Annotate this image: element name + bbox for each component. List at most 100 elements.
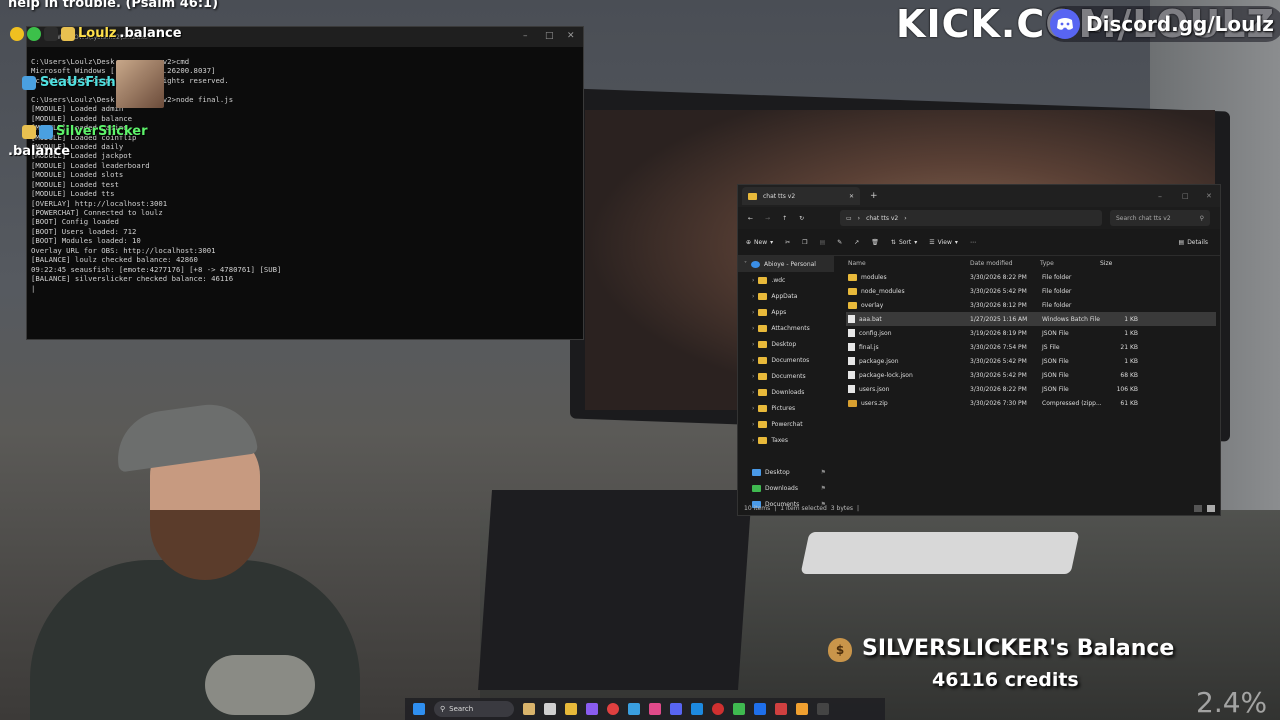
copy-icon[interactable]: ❐ [802,239,807,246]
new-tab-icon[interactable]: + [870,191,878,201]
chevron-right-icon[interactable]: › [752,389,754,396]
chevron-right-icon[interactable]: › [752,277,754,284]
app-icon[interactable] [775,703,787,715]
chevron-down-icon[interactable]: ˅ [744,261,747,268]
close-icon[interactable]: ✕ [567,31,575,41]
address-bar[interactable]: ▭ › chat tts v2 › [840,210,1102,226]
obs-icon[interactable] [712,703,724,715]
pin-icon[interactable]: ⚑ [821,485,826,492]
money-bag-icon: $ [828,638,852,662]
sidebar-item[interactable]: › Attachments [738,320,834,336]
tiles-view-toggle-icon[interactable] [1207,505,1215,512]
xbox-icon[interactable] [733,703,745,715]
rename-icon[interactable]: ✎ [837,239,842,246]
explorer-tabbar[interactable]: chat tts v2 ✕ + – □ ✕ [738,185,1220,207]
file-name-cell: users.zip [846,399,970,407]
minimize-icon[interactable]: – [1158,192,1162,201]
refresh-icon[interactable]: ↻ [799,215,804,222]
task-view-icon[interactable] [544,703,556,715]
file-name: node_modules [861,287,905,295]
file-row[interactable]: users.json 3/30/2026 8:22 PM JSON File 106 … [846,382,1216,396]
mod-badge-icon [44,26,58,41]
vscode-icon[interactable] [691,703,703,715]
forward-arrow-icon[interactable]: → [765,215,770,222]
sidebar-item[interactable]: ˅ Abioye - Personal [738,256,834,272]
sidebar-item[interactable]: › Apps [738,304,834,320]
app-icon[interactable] [796,703,808,715]
file-row[interactable]: modules 3/30/2026 8:22 PM File folder [846,270,1216,284]
app-icon[interactable] [586,703,598,715]
chevron-right-icon[interactable]: › [752,421,754,428]
column-header-name[interactable]: Name [846,260,970,267]
file-row[interactable]: overlay 3/30/2026 8:12 PM File folder [846,298,1216,312]
sidebar-item[interactable]: › Powerchat [738,416,834,432]
edge-icon[interactable] [628,703,640,715]
app-icon[interactable] [649,703,661,715]
chevron-right-icon[interactable]: › [752,405,754,412]
chevron-right-icon[interactable]: › [752,341,754,348]
file-row[interactable]: users.zip 3/30/2026 7:30 PM Compressed (zi… [846,396,1216,410]
search-input[interactable]: Search chat tts v2 ⚲ [1110,210,1210,226]
quick-access-item[interactable]: Desktop ⚑ [738,464,834,480]
details-button[interactable]: ▤ Details [1179,239,1208,246]
more-options-icon[interactable]: ⋯ [970,239,976,246]
close-tab-icon[interactable]: ✕ [849,193,854,200]
column-header-size[interactable]: Size [1100,260,1136,267]
widget-icon[interactable] [523,703,535,715]
chevron-right-icon[interactable]: › [752,373,754,380]
chevron-right-icon[interactable]: › [752,437,754,444]
sidebar-item[interactable]: › AppData [738,288,834,304]
pin-icon[interactable]: ⚑ [821,469,826,476]
file-row[interactable]: final.js 3/30/2026 7:54 PM JS File 21 KB [846,340,1216,354]
sidebar-item[interactable]: › .wdc [738,272,834,288]
explorer-toolbar: ⊕ New ▾ ✂ ❐ ▤ ✎ ↗ 🗑 ⇅ Sort ▾ ☰ View ▾ ⋯ ▤ Detai… [738,229,1220,256]
app-icon[interactable] [754,703,766,715]
paste-icon[interactable]: ▤ [820,239,826,246]
details-view-toggle-icon[interactable] [1194,505,1202,512]
chevron-right-icon[interactable]: › [752,309,754,316]
file-explorer-icon[interactable] [565,703,577,715]
sidebar-item[interactable]: › Documents [738,368,834,384]
chevron-right-icon[interactable]: › [752,357,754,364]
file-date: 3/30/2026 7:54 PM [970,343,1027,351]
close-icon[interactable]: ✕ [1206,192,1212,200]
chrome-icon[interactable] [607,703,619,715]
file-explorer-window[interactable]: chat tts v2 ✕ + – □ ✕ ← → ↑ ↻ ▭ › chat t… [737,184,1221,516]
share-icon[interactable]: ↗ [854,239,859,246]
maximize-icon[interactable]: □ [1182,192,1189,200]
up-arrow-icon[interactable]: ↑ [782,215,787,222]
sort-button[interactable]: ⇅ Sort ▾ [891,239,917,246]
quick-access-item[interactable]: Downloads ⚑ [738,480,834,496]
start-icon[interactable] [413,703,425,715]
file-row[interactable]: node_modules 3/30/2026 5:42 PM File folder [846,284,1216,298]
sidebar-item[interactable]: › Pictures [738,400,834,416]
back-arrow-icon[interactable]: ← [748,215,753,222]
cut-icon[interactable]: ✂ [785,239,790,246]
chevron-right-icon[interactable]: › [752,325,754,332]
sidebar-item-label: Documentos [771,356,810,364]
terminal-line: [MODULE] Loaded test [31,179,119,189]
file-row[interactable]: package-lock.json 3/30/2026 5:42 PM JSON F… [846,368,1216,382]
sidebar-item[interactable]: › Downloads [738,384,834,400]
sidebar-item[interactable]: › Taxes [738,432,834,448]
discord-taskbar-icon[interactable] [670,703,682,715]
terminal-window[interactable]: C:\WINDOWS\system32\cmd.exe – □ ✕ C:\Use… [26,26,584,340]
file-row[interactable]: config.json 3/19/2026 8:19 PM JSON File 1 K… [846,326,1216,340]
maximize-icon[interactable]: □ [545,31,554,41]
chevron-right-icon[interactable]: › [752,293,754,300]
terminal-taskbar-icon[interactable] [817,703,829,715]
column-header-date[interactable]: Date modified [970,260,1040,267]
delete-icon[interactable]: 🗑 [871,239,879,246]
view-button[interactable]: ☰ View ▾ [929,239,958,246]
sidebar-item[interactable]: › Desktop [738,336,834,352]
column-header-type[interactable]: Type [1040,260,1100,267]
minimize-icon[interactable]: – [523,31,528,41]
tab-chat-tts-v2[interactable]: chat tts v2 ✕ [742,187,860,205]
new-button[interactable]: ⊕ New ▾ [746,239,773,246]
sidebar-item[interactable]: › Documentos [738,352,834,368]
file-row[interactable]: aaa.bat 1/27/2025 1:16 AM Windows Batch Fi… [846,312,1216,326]
file-row[interactable]: package.json 3/30/2026 5:42 PM JSON File 1 … [846,354,1216,368]
file-icon [848,371,855,379]
file-date: 3/30/2026 5:42 PM [970,371,1027,379]
taskbar-search[interactable]: ⚲ Search [434,701,514,717]
